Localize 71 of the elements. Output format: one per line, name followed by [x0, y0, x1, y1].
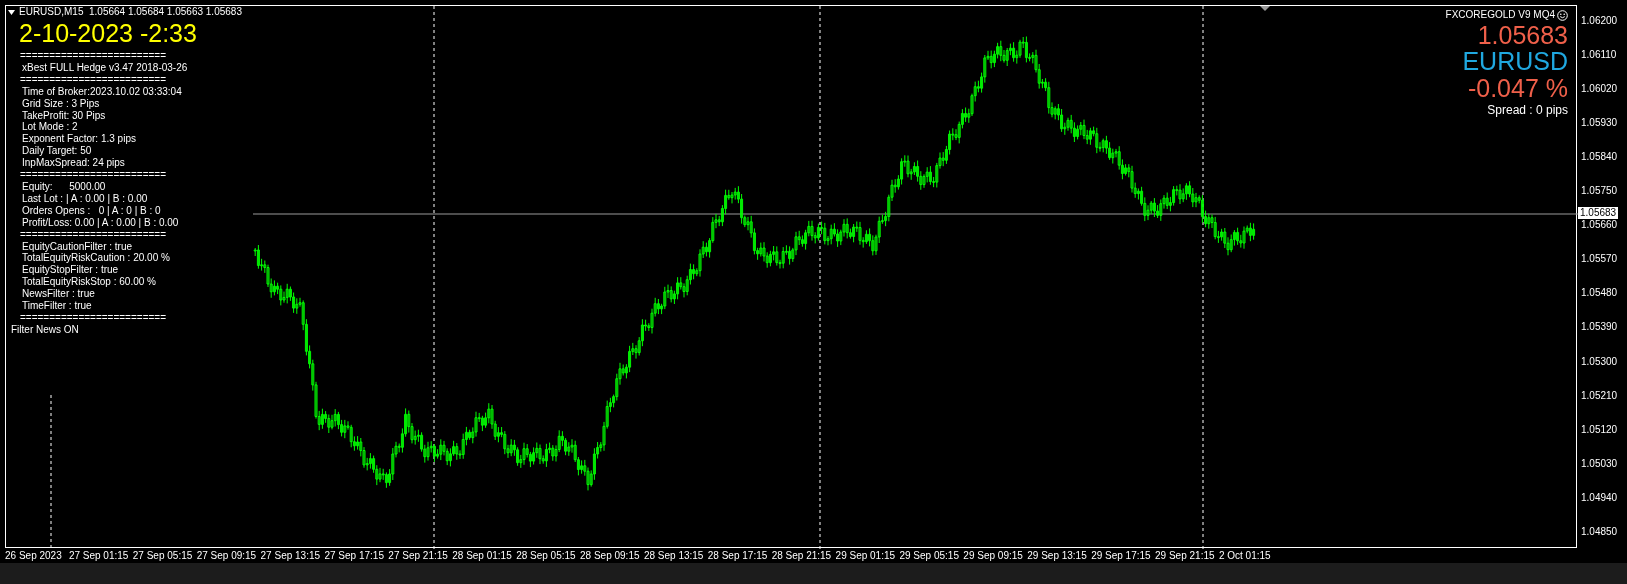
- price-tick: 1.06110: [1581, 49, 1617, 62]
- info-line: =========================: [19, 50, 167, 62]
- price-tick: 1.05480: [1581, 287, 1618, 300]
- price-tick: 1.05120: [1581, 423, 1618, 436]
- price-tick: 1.05570: [1581, 253, 1618, 266]
- info-line: Daily Target: 50: [21, 145, 93, 158]
- time-tick: 28 Sep 01:15: [452, 549, 513, 563]
- time-tick: 29 Sep 05:15: [899, 549, 960, 563]
- info-line: TotalEquityRiskStop : 60.00 %: [21, 276, 157, 289]
- time-tick: 28 Sep 17:15: [707, 549, 769, 563]
- spread-text: Spread : 0 pips: [1487, 102, 1568, 118]
- info-line: EquityStopFilter : true: [21, 264, 120, 277]
- price-tick: 1.05300: [1581, 355, 1618, 368]
- info-line: Grid Size : 3 Pips: [21, 97, 101, 110]
- time-tick: 29 Sep 21:15: [1155, 549, 1216, 563]
- time-tick: 27 Sep 01:15: [68, 549, 130, 563]
- info-line: Filter News ON: [10, 323, 80, 336]
- info-line: EquityCautionFilter : true: [21, 240, 134, 253]
- marker-icon: [1260, 6, 1270, 11]
- info-line: =========================: [19, 311, 167, 324]
- time-tick: 29 Sep 17:15: [1091, 549, 1152, 563]
- price-tick: 1.05390: [1581, 321, 1618, 334]
- time-tick: 27 Sep 21:15: [388, 549, 449, 563]
- info-line: TimeFilter : true: [21, 300, 93, 312]
- price-tick: 1.05930: [1581, 117, 1618, 130]
- price-tick: 1.06020: [1581, 83, 1618, 96]
- info-line: =========================: [19, 228, 167, 241]
- info-line: Orders Opens : 0 | A : 0 | B : 0: [21, 204, 162, 217]
- info-line: Last Lot : | A : 0.00 | B : 0.00: [21, 192, 149, 205]
- price-tick: 1.05660: [1581, 219, 1618, 232]
- brand-label: FXCOREGOLD V9 MQ4: [1445, 8, 1555, 22]
- price-tick: 1.06200: [1581, 15, 1618, 27]
- price-tick: 1.05750: [1581, 185, 1618, 198]
- info-line: =========================: [19, 73, 167, 86]
- current-price-tag: 1.05683: [1578, 207, 1619, 219]
- info-line: Lot Mode : 2: [21, 121, 79, 134]
- symbol-quote: EURUSD,M15 1.05664 1.05684 1.05663 1.05683: [19, 6, 242, 18]
- info-line: =========================: [19, 169, 167, 181]
- info-line: xBest FULL Hedge v3.47 2018-03-26: [21, 61, 189, 74]
- time-tick: 2 Oct 01:15: [1218, 549, 1272, 563]
- smiley-icon: [1557, 9, 1568, 21]
- price-tick: 1.05210: [1581, 389, 1618, 402]
- info-line: Equity: 5000.00: [21, 180, 107, 193]
- time-tick: 27 Sep 13:15: [260, 549, 322, 563]
- time-tick: 28 Sep 09:15: [580, 549, 641, 563]
- info-line: Time of Broker:2023.10.02 03:33:04: [21, 85, 183, 98]
- time-tick: 27 Sep 05:15: [132, 549, 194, 563]
- info-line: NewsFilter : true: [21, 288, 96, 301]
- info-line: TakeProfit: 30 Pips: [21, 109, 107, 122]
- time-tick: 27 Sep 09:15: [196, 549, 258, 563]
- change-text: -0.047 %: [1467, 74, 1568, 102]
- time-tick: 28 Sep 21:15: [771, 549, 833, 563]
- time-tick: 29 Sep 09:15: [963, 549, 1024, 563]
- symbol-text: EURUSD: [1462, 48, 1568, 74]
- price-tick: 1.04940: [1581, 491, 1618, 504]
- info-line: Profit/Loss: 0.00 | A : 0.00 | B : 0.00: [21, 216, 180, 229]
- dropdown-icon[interactable]: [8, 9, 15, 15]
- price-text: 1.05683: [1477, 22, 1568, 48]
- time-tick: 28 Sep 05:15: [516, 549, 577, 563]
- time-tick: 28 Sep 13:15: [643, 549, 705, 563]
- info-line: TotalEquityRiskCaution : 20.00 %: [21, 252, 171, 265]
- price-tick: 1.04850: [1581, 525, 1618, 538]
- info-line: InpMaxSpread: 24 pips: [21, 157, 126, 170]
- time-tick: 29 Sep 01:15: [835, 549, 897, 563]
- time-tick: 27 Sep 17:15: [324, 549, 385, 563]
- time-tick: 26 Sep 2023: [5, 549, 63, 563]
- info-line: Exponent Factor: 1.3 pips: [21, 133, 137, 146]
- price-tick: 1.05030: [1581, 457, 1618, 470]
- clock-text: 2-10-2023 -2:33: [19, 18, 198, 48]
- price-tick: 1.05840: [1581, 151, 1618, 164]
- time-tick: 29 Sep 13:15: [1027, 549, 1088, 563]
